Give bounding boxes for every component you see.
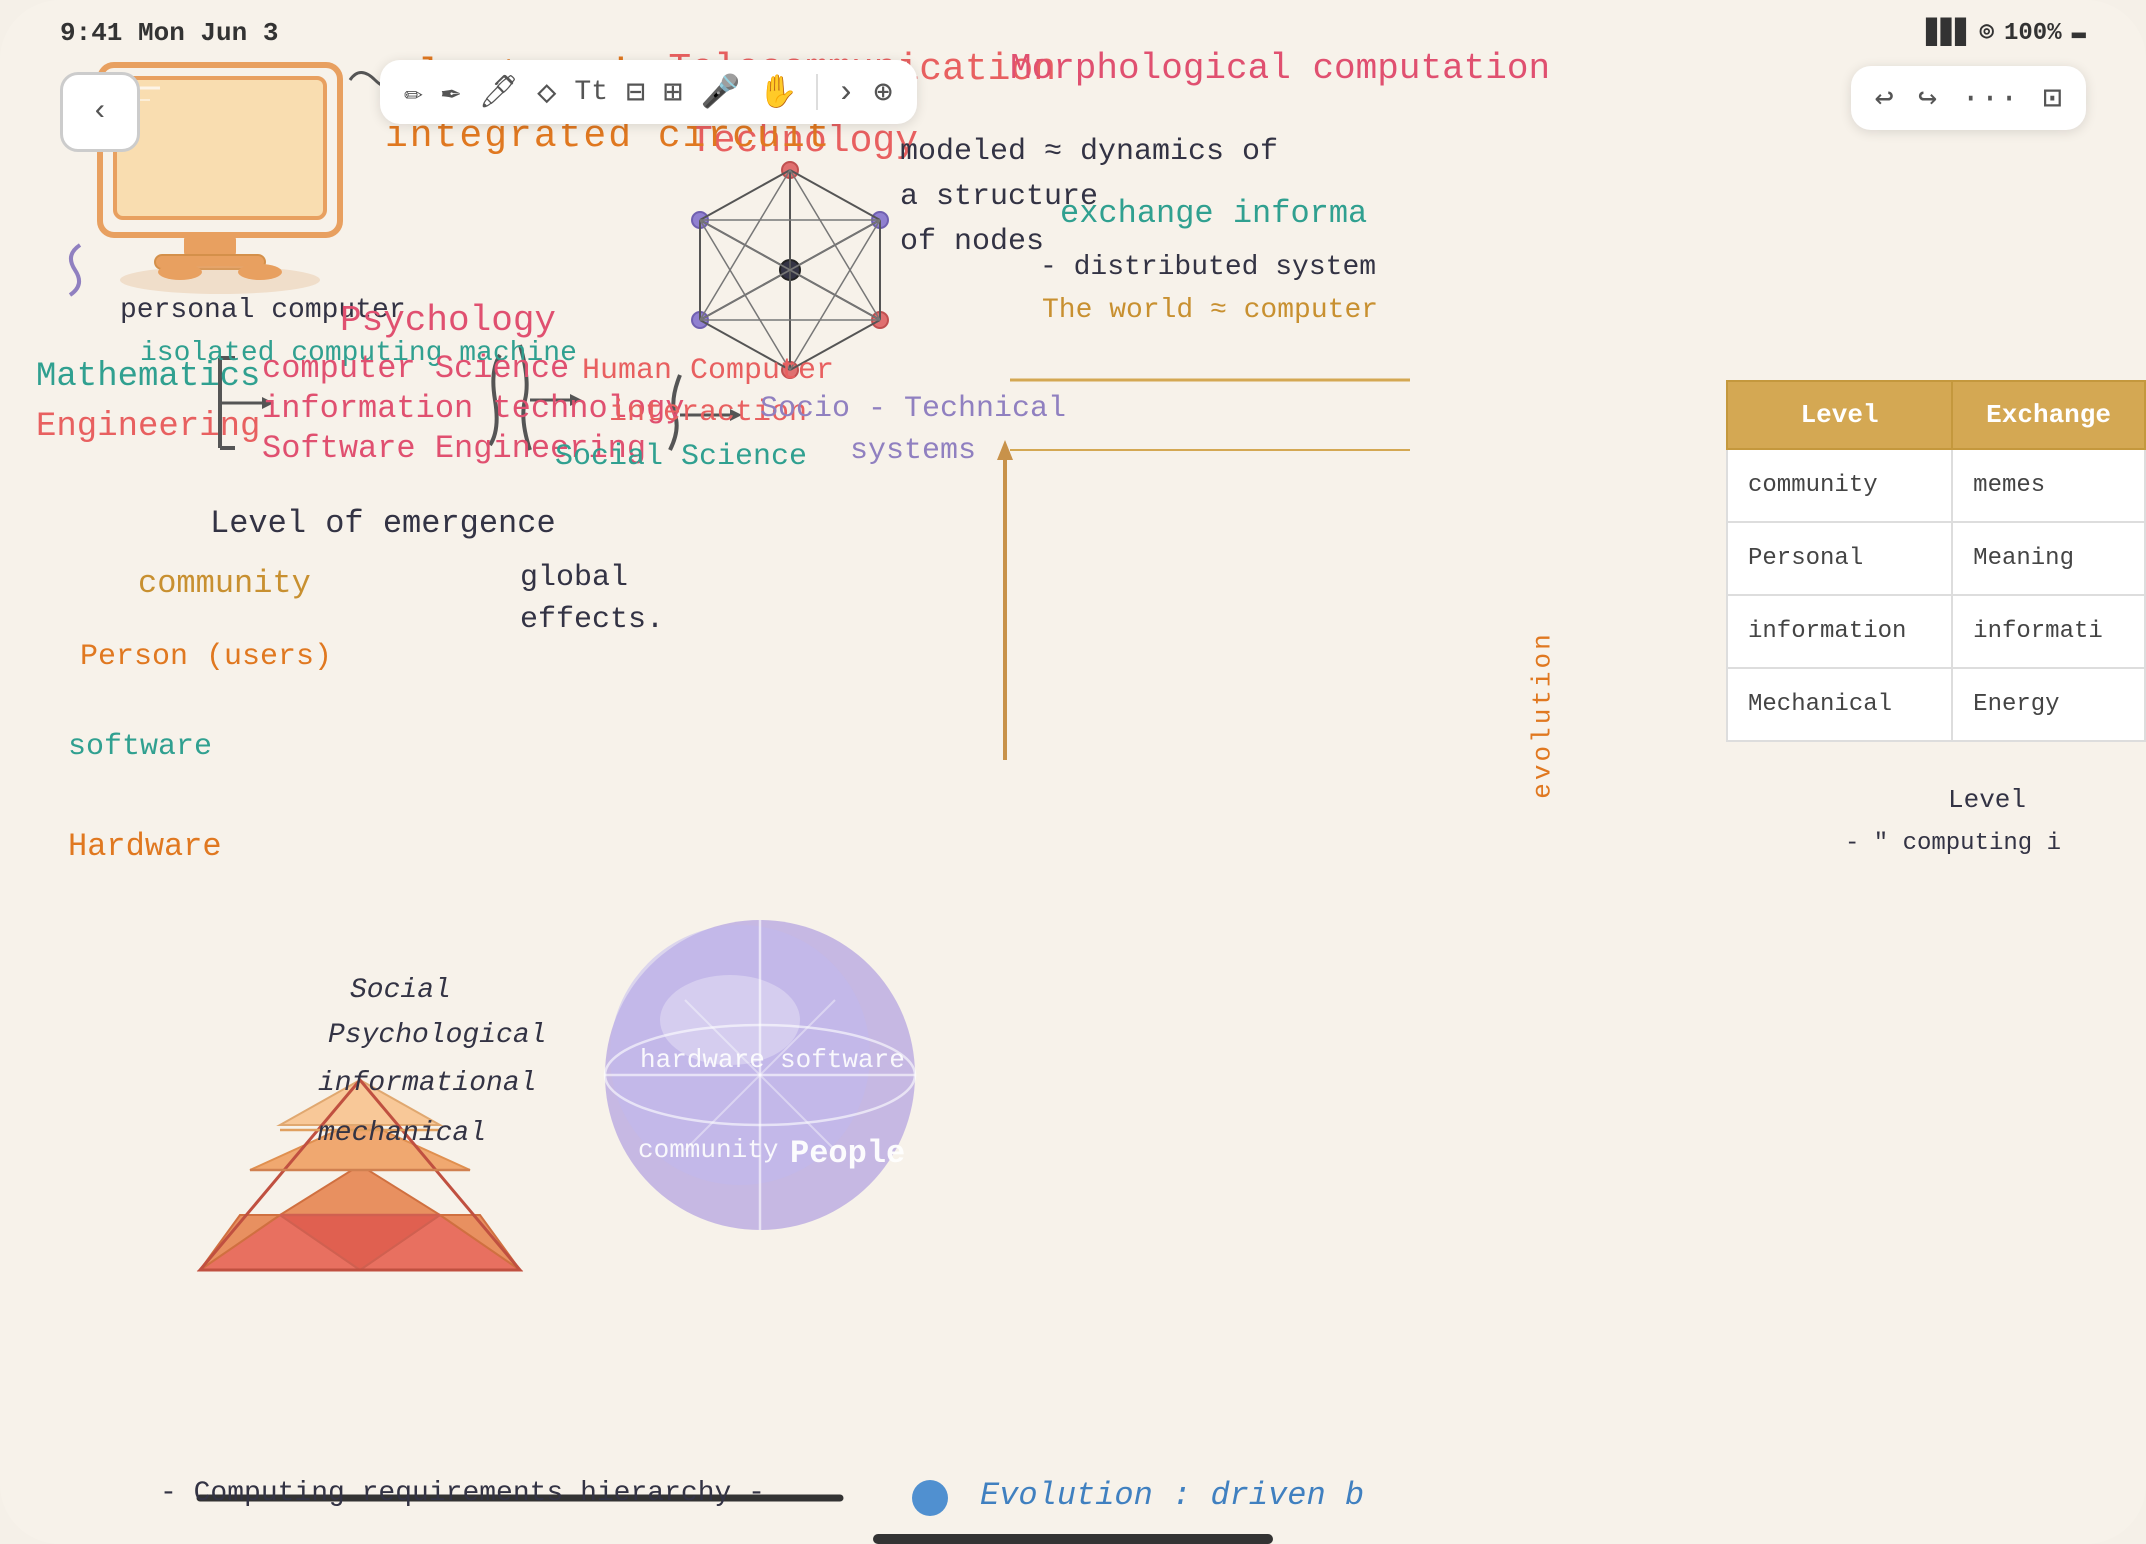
undo-icon[interactable]: ↩	[1875, 78, 1894, 118]
distributed-text: - distributed system	[1040, 252, 1376, 283]
pyramid-social: Social	[350, 975, 451, 1006]
table-outline	[1010, 380, 1410, 450]
table-cell: Energy	[1952, 668, 2145, 741]
hardware-label: Hardware	[68, 828, 222, 865]
signal-icon: ▊▊▊	[1926, 18, 1969, 48]
status-bar: 9:41 Mon Jun 3 ▊▊▊ ⌾ 100% ▬	[60, 18, 2086, 48]
psychology-text: Psychology	[340, 300, 556, 341]
table-cell: Personal	[1727, 522, 1952, 595]
globe-drawing	[605, 920, 915, 1230]
globe-software: software	[780, 1045, 905, 1075]
text-icon[interactable]: Tt	[574, 77, 608, 108]
table-area: Level Exchange community memes Personal …	[1726, 380, 2146, 742]
image-icon[interactable]: ⊞	[663, 72, 682, 112]
pencil-icon[interactable]: ✏	[404, 72, 423, 112]
table-cell: memes	[1952, 449, 2145, 522]
level-below-table: Level	[1948, 785, 2026, 815]
engineering-text: Engineering	[36, 408, 260, 446]
table-header-level: Level	[1727, 381, 1952, 449]
more-tools-icon[interactable]: ›	[836, 74, 855, 111]
home-indicator	[873, 1534, 1273, 1544]
back-button[interactable]: ‹	[60, 72, 140, 152]
pyramid-informational: informational	[318, 1068, 536, 1099]
battery-indicator: 100%	[2004, 20, 2062, 47]
computing-label: - " computing i	[1845, 830, 2061, 857]
table-row: Personal Meaning	[1727, 522, 2145, 595]
top-right-toolbar[interactable]: ↩ ↪ ··· ⊡	[1851, 66, 2086, 130]
community-label: community	[138, 565, 311, 602]
marker-icon[interactable]: 🖊	[479, 72, 520, 112]
table-cell: Mechanical	[1727, 668, 1952, 741]
lasso-icon[interactable]: ⊟	[626, 72, 645, 112]
table-row: information informati	[1727, 595, 2145, 668]
canvas-area[interactable]: 9:41 Mon Jun 3 ▊▊▊ ⌾ 100% ▬ ‹ ✏ ✒ 🖊 ◇ Tt…	[0, 0, 2146, 1544]
mathematics-text: Mathematics	[36, 358, 260, 396]
table-cell: community	[1727, 449, 1952, 522]
brush-icon[interactable]: ⊕	[873, 72, 892, 112]
morphological-text: Morphological computation	[1010, 48, 1550, 89]
pyramid-psychological: Psychological	[328, 1020, 546, 1051]
evolution-driven-text: Evolution : driven b	[980, 1477, 1364, 1514]
eraser-icon[interactable]: ◇	[537, 72, 556, 112]
software-label: software	[68, 730, 212, 764]
pen-icon[interactable]: ✒	[441, 72, 460, 112]
table-header-exchange: Exchange	[1952, 381, 2145, 449]
drawing-toolbar[interactable]: ✏ ✒ 🖊 ◇ Tt ⊟ ⊞ 🎤 ✋ › ⊕	[380, 60, 917, 124]
wifi-icon: ⌾	[1980, 18, 1994, 48]
person-users-text: Person (users)	[80, 640, 332, 674]
ipad-frame: 9:41 Mon Jun 3 ▊▊▊ ⌾ 100% ▬ ‹ ✏ ✒ 🖊 ◇ Tt…	[0, 0, 2146, 1544]
level-emergence-text: Level of emergence	[210, 505, 556, 542]
global-effects-text: globaleffects.	[520, 557, 664, 641]
redo-icon[interactable]: ↪	[1918, 78, 1937, 118]
computer-science-text: computer Science	[262, 350, 569, 387]
table-cell: Meaning	[1952, 522, 2145, 595]
globe-community: community	[638, 1135, 778, 1165]
exchange-text: exchange informa	[1060, 195, 1367, 232]
layout-icon[interactable]: ⊡	[2043, 78, 2062, 118]
levels-table: Level Exchange community memes Personal …	[1726, 380, 2146, 742]
world-computer-text: The world ≈ computer	[1042, 295, 1378, 326]
hand-icon[interactable]: ✋	[758, 72, 798, 112]
evolution-vertical-text: evolution	[1527, 631, 1557, 798]
socio-technical-text: Socio - Technicalsystems	[760, 388, 1066, 472]
mic-icon[interactable]: 🎤	[701, 72, 741, 112]
table-cell: information	[1727, 595, 1952, 668]
pyramid-mechanical: mechanical	[318, 1118, 486, 1149]
status-right: ▊▊▊ ⌾ 100% ▬	[1926, 18, 2086, 48]
pyramid-drawing	[200, 1080, 520, 1270]
computing-requirements-text: - Computing requirements hierarchy -	[160, 1478, 765, 1509]
toolbar-divider	[816, 74, 818, 110]
battery-icon: ▬	[2072, 20, 2086, 47]
evolution-arrow	[997, 440, 1013, 760]
network-graph	[692, 162, 888, 378]
table-row: Mechanical Energy	[1727, 668, 2145, 741]
globe-hardware: hardware	[640, 1045, 765, 1075]
options-icon[interactable]: ···	[1961, 80, 2019, 117]
back-arrow-icon: ‹	[91, 95, 109, 129]
status-time: 9:41 Mon Jun 3	[60, 18, 278, 48]
globe-people: People	[790, 1135, 905, 1172]
table-row: community memes	[1727, 449, 2145, 522]
table-cell: informati	[1952, 595, 2145, 668]
